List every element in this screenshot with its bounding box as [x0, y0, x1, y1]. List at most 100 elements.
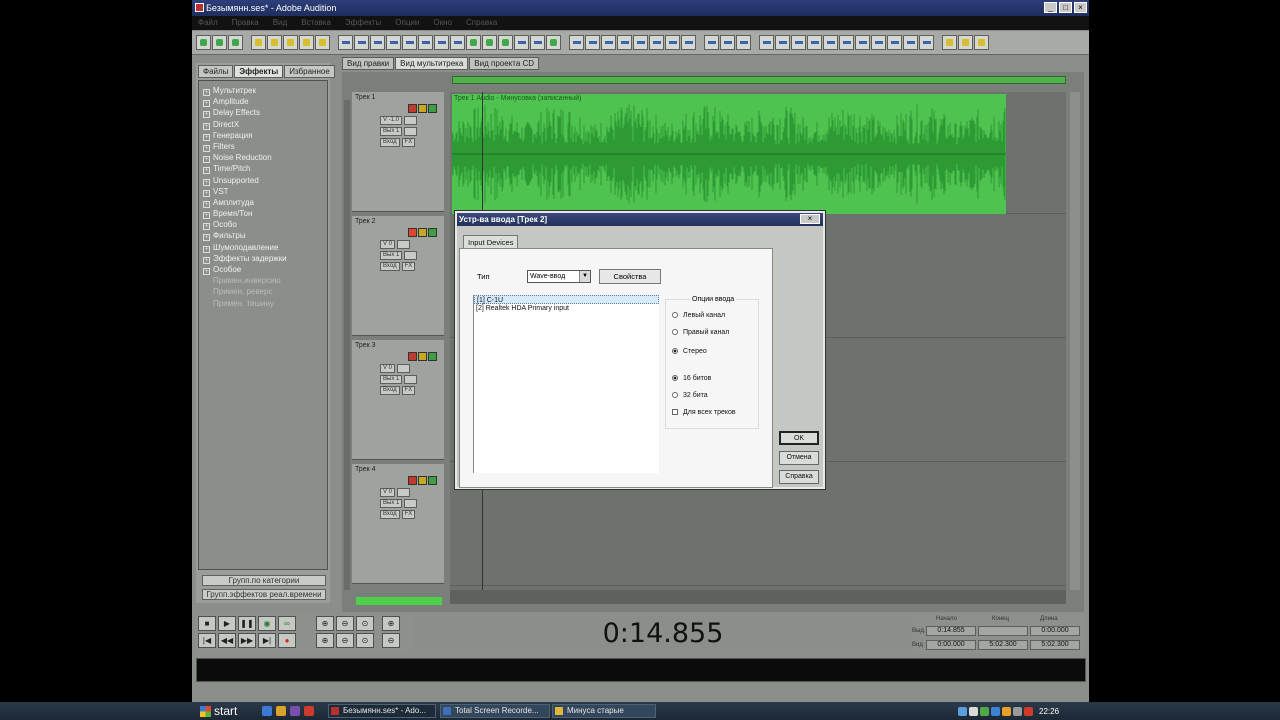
view-begin-field[interactable]: 0:00.000: [926, 640, 976, 650]
hybrid-tool-icon[interactable]: [569, 35, 584, 50]
zoom-out-selection-icon[interactable]: ⊖: [336, 633, 354, 648]
track-volume[interactable]: V 0: [380, 488, 396, 497]
panel-10-icon[interactable]: [903, 35, 918, 50]
undo-icon[interactable]: [338, 35, 353, 50]
trim-icon[interactable]: [434, 35, 449, 50]
lock-icon[interactable]: [681, 35, 696, 50]
split-icon[interactable]: [514, 35, 529, 50]
track-volume[interactable]: V -1.0: [380, 116, 403, 125]
cd-view-icon[interactable]: [228, 35, 243, 50]
effects-tree-item[interactable]: + Unsupported: [199, 175, 327, 186]
expand-icon[interactable]: +: [203, 144, 210, 152]
edit-view-icon[interactable]: [196, 35, 211, 50]
snap-icon[interactable]: [466, 35, 481, 50]
expand-icon[interactable]: +: [203, 111, 210, 119]
expand-icon[interactable]: +: [203, 133, 210, 141]
rewind-button[interactable]: ◀◀: [218, 633, 236, 648]
expand-icon[interactable]: +: [203, 245, 210, 253]
tab-favorites[interactable]: Избранное: [284, 65, 335, 78]
expand-icon[interactable]: +: [203, 200, 210, 208]
all-tracks-checkbox[interactable]: Для всех треков: [672, 409, 736, 416]
minimize-button[interactable]: _: [1044, 2, 1057, 13]
effects-tree-subitem[interactable]: Примен. тишину: [199, 298, 327, 309]
fast-forward-button[interactable]: ▶▶: [238, 633, 256, 648]
mix-paste-icon[interactable]: [418, 35, 433, 50]
device-list-item[interactable]: [2] Realtek HDA Primary input: [474, 304, 659, 313]
cut-icon[interactable]: [370, 35, 385, 50]
effects-tree-item[interactable]: + Delay Effects: [199, 107, 327, 119]
session-overview-bar[interactable]: [452, 76, 1066, 84]
solo-button[interactable]: [418, 228, 427, 237]
effects-tree-item[interactable]: + Время/Тон: [199, 208, 327, 220]
move-tool-icon[interactable]: [585, 35, 600, 50]
media-player-icon[interactable]: [290, 706, 300, 716]
left-channel-radio[interactable]: Левый канал: [672, 312, 725, 319]
workspace-icon[interactable]: [942, 35, 957, 50]
effects-tree-item[interactable]: + Filters: [199, 141, 327, 152]
effects-tree-item[interactable]: + Фильтры: [199, 230, 327, 242]
start-button[interactable]: start: [196, 703, 248, 719]
panel-3-icon[interactable]: [791, 35, 806, 50]
envelope-icon[interactable]: [498, 35, 513, 50]
copy-icon[interactable]: [386, 35, 401, 50]
maximize-button[interactable]: □: [1059, 2, 1072, 13]
selection-length-field[interactable]: 0:00.000: [1030, 626, 1080, 636]
task-audition[interactable]: Безымянн.ses* - Ado...: [328, 704, 436, 718]
bluetooth-icon[interactable]: [991, 706, 1000, 716]
tab-multitrack-view[interactable]: Вид мультитрека: [395, 57, 469, 70]
device-list-item[interactable]: [1] C-1U: [474, 295, 659, 304]
menu-view[interactable]: Вид: [273, 16, 287, 30]
help-button[interactable]: Справка: [779, 470, 819, 484]
track-headers-scrollbar[interactable]: [344, 100, 350, 590]
mute-button[interactable]: [428, 476, 437, 485]
task-screen-recorder[interactable]: Total Screen Recorde...: [440, 704, 550, 718]
effects-tree-item[interactable]: + Генерация: [199, 130, 327, 141]
effects-tree-item[interactable]: + Noise Reduction: [199, 152, 327, 164]
panel-9-icon[interactable]: [887, 35, 902, 50]
tab-edit-view[interactable]: Вид правки: [342, 57, 395, 70]
menu-window[interactable]: Окно: [433, 16, 452, 30]
antivirus-icon[interactable]: [980, 706, 989, 716]
track-fx[interactable]: FX: [401, 510, 416, 519]
firefox-icon[interactable]: [276, 706, 286, 716]
track-fx[interactable]: FX: [401, 138, 416, 147]
view-length-field[interactable]: 5:02.300: [1030, 640, 1080, 650]
effects-tree-subitem[interactable]: Примен.инверсию: [199, 275, 327, 286]
mute-button[interactable]: [428, 352, 437, 361]
expand-icon[interactable]: +: [203, 268, 210, 275]
panel-6-icon[interactable]: [839, 35, 854, 50]
go-to-end-button[interactable]: ▶|: [258, 633, 276, 648]
tab-cd-project-view[interactable]: Вид проекта CD: [469, 57, 540, 70]
track-output[interactable]: Вых 1: [380, 127, 403, 136]
track-input[interactable]: Вход: [380, 262, 400, 271]
group-by-category-button[interactable]: Групп.по категории: [202, 575, 326, 586]
panel-7-icon[interactable]: [855, 35, 870, 50]
expand-icon[interactable]: +: [203, 256, 210, 264]
panel-8-icon[interactable]: [871, 35, 886, 50]
play-to-end-button[interactable]: ◉: [258, 616, 276, 631]
track-fx[interactable]: FX: [401, 386, 416, 395]
panel-11-icon[interactable]: [919, 35, 934, 50]
zoom-in-selection-icon[interactable]: ⊕: [316, 633, 334, 648]
track-output[interactable]: Вых 1: [380, 375, 403, 384]
menu-insert[interactable]: Вставка: [301, 16, 331, 30]
vertical-scrollbar[interactable]: [1070, 92, 1080, 590]
save-file-icon[interactable]: [283, 35, 298, 50]
expand-icon[interactable]: +: [203, 178, 210, 186]
time-ruler[interactable]: [450, 590, 1066, 604]
track-fx[interactable]: FX: [401, 262, 416, 271]
expand-icon[interactable]: +: [203, 234, 210, 242]
volume-icon[interactable]: [969, 706, 978, 716]
network-icon[interactable]: [958, 706, 967, 716]
effects-tree-item[interactable]: + Особо: [199, 219, 327, 231]
stereo-radio[interactable]: Стерео: [672, 348, 707, 355]
effects-tree-item[interactable]: + Amplitude: [199, 96, 327, 108]
track-output-dropdown[interactable]: [404, 375, 417, 384]
device-list[interactable]: [1] C-1U [2] Realtek HDA Primary input: [473, 295, 659, 473]
record-arm-button[interactable]: [408, 104, 417, 113]
effects-tree-item[interactable]: + Эффекты задержки: [199, 253, 327, 264]
record-arm-button[interactable]: [408, 352, 417, 361]
effects-tree-item[interactable]: + VST: [199, 186, 327, 197]
group-icon[interactable]: [530, 35, 545, 50]
panel-4-icon[interactable]: [807, 35, 822, 50]
